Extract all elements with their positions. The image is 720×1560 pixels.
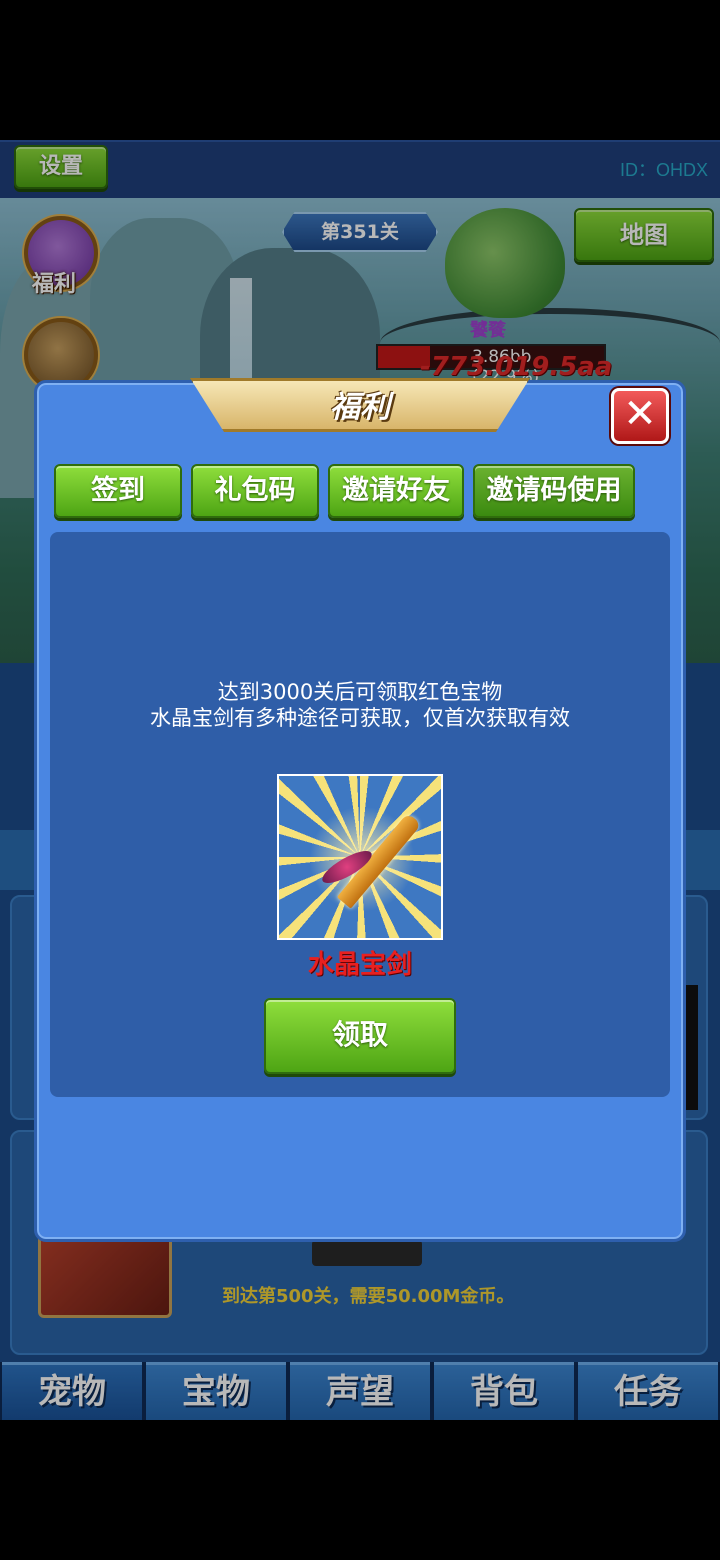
close-icon[interactable]: ✕ (611, 388, 669, 444)
claim-button[interactable]: 领取 (264, 998, 456, 1074)
reward-name: 水晶宝剑 (307, 950, 412, 980)
tab-invite-code-use[interactable]: 邀请码使用 (473, 464, 635, 518)
description-line-2: 水晶宝剑有多种途径可获取，仅首次获取有效 (150, 706, 570, 730)
dialog-title: 福利 (330, 390, 390, 425)
tab-invite-friends[interactable]: 邀请好友 (328, 464, 464, 518)
tab-sign-in[interactable]: 签到 (54, 464, 182, 518)
reward-item[interactable] (277, 774, 443, 940)
tab-gift-code[interactable]: 礼包码 (191, 464, 319, 518)
